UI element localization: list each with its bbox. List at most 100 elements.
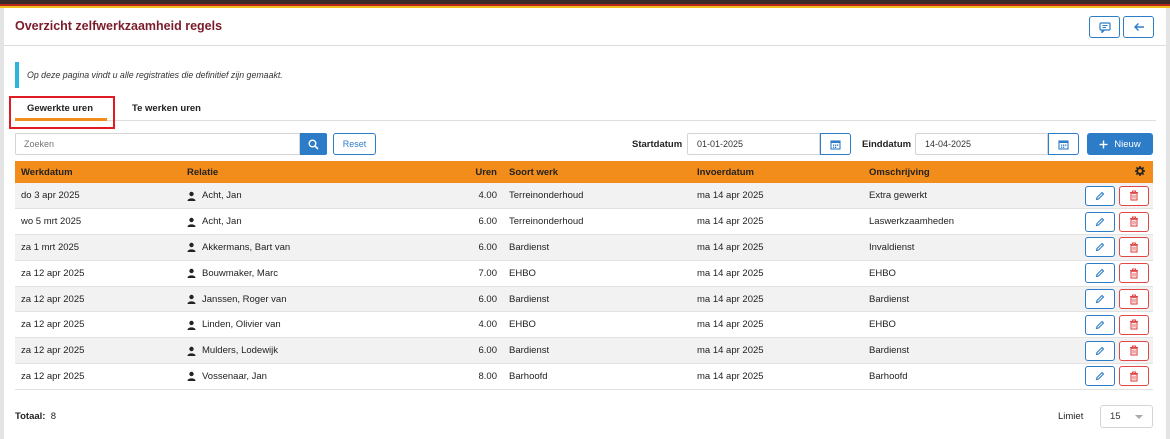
relatie-name: Bouwmaker, Marc (202, 267, 279, 279)
start-date-input[interactable]: 01-01-2025 (687, 133, 820, 155)
table-settings[interactable] (1063, 161, 1153, 183)
column-header[interactable]: Invoerdatum (691, 161, 863, 183)
cell-relatie: Vossenaar, Jan (181, 363, 433, 390)
pencil-icon (1095, 243, 1105, 252)
edit-button[interactable] (1085, 366, 1115, 387)
gear-icon (1135, 165, 1145, 176)
delete-button[interactable] (1119, 237, 1149, 258)
delete-button[interactable] (1119, 314, 1149, 335)
user-icon (187, 294, 196, 305)
edit-button[interactable] (1085, 340, 1115, 361)
table-row: za 12 apr 2025 Vossenaar, Jan 8.00 Barhoofd… (15, 363, 1153, 390)
page-header: Overzicht zelfwerkzaamheid regels (4, 8, 1166, 46)
row-actions (1063, 363, 1153, 390)
cell-omschrijving: Bardienst (863, 286, 1063, 313)
cell-omschrijving: Barhoofd (863, 363, 1063, 390)
limit-select[interactable]: 15 (1100, 405, 1153, 428)
delete-button[interactable] (1119, 289, 1149, 310)
delete-button[interactable] (1119, 211, 1149, 232)
table-row: za 12 apr 2025 Bouwmaker, Marc 7.00 EHBO ma … (15, 260, 1153, 287)
cell-werkdatum: za 1 mrt 2025 (15, 234, 181, 261)
cell-soort-werk: Bardienst (503, 234, 691, 261)
cell-invoerdatum: ma 14 apr 2025 (691, 260, 863, 287)
table-row: za 12 apr 2025 Janssen, Roger van 6.00 Bard… (15, 286, 1153, 313)
cell-uren: 4.00 (433, 311, 503, 339)
user-icon (187, 346, 196, 356)
user-icon (187, 243, 196, 253)
trash-icon (1130, 294, 1138, 305)
cell-omschrijving: Bardienst (863, 337, 1063, 365)
cell-soort-werk: Barhoofd (503, 363, 691, 390)
column-header[interactable]: Omschrijving (863, 161, 1063, 183)
cell-uren: 4.00 (433, 183, 503, 210)
total-count: Totaal: 8 (15, 411, 56, 422)
delete-button[interactable] (1119, 263, 1149, 284)
cell-werkdatum: za 12 apr 2025 (15, 286, 181, 313)
cell-uren: 6.00 (433, 286, 503, 313)
cell-soort-werk: Terreinonderhoud (503, 208, 691, 236)
cell-invoerdatum: ma 14 apr 2025 (691, 208, 863, 236)
limit-label: Limiet (1058, 411, 1084, 422)
cell-invoerdatum: ma 14 apr 2025 (691, 311, 863, 339)
cell-werkdatum: za 12 apr 2025 (15, 260, 181, 287)
relatie-name: Acht, Jan (202, 190, 242, 202)
info-message: Op deze pagina vindt u alle registraties… (15, 62, 315, 88)
column-header[interactable]: Werkdatum (15, 161, 181, 183)
relatie-name: Linden, Olivier van (202, 319, 281, 331)
edit-button[interactable] (1085, 289, 1115, 310)
relatie-name: Janssen, Roger van (202, 293, 287, 305)
new-button[interactable]: Nieuw (1087, 133, 1153, 155)
tab-te-werken-uren[interactable]: Te werken uren (132, 103, 201, 114)
cell-invoerdatum: ma 14 apr 2025 (691, 286, 863, 313)
message-icon (1098, 21, 1111, 33)
relatie-name: Mulders, Lodewijk (202, 345, 279, 357)
row-actions (1063, 208, 1153, 236)
edit-button[interactable] (1085, 211, 1115, 232)
row-actions (1063, 311, 1153, 339)
cell-uren: 7.00 (433, 260, 503, 287)
edit-button[interactable] (1085, 237, 1115, 258)
pencil-icon (1095, 217, 1105, 226)
end-date-calendar-button[interactable] (1048, 133, 1079, 155)
delete-button[interactable] (1119, 185, 1149, 206)
feedback-button[interactable] (1089, 16, 1120, 38)
column-header[interactable]: Soort werk (503, 161, 691, 183)
chevron-down-icon (1135, 415, 1143, 419)
edit-button[interactable] (1085, 185, 1115, 206)
start-date-calendar-button[interactable] (820, 133, 851, 155)
back-button[interactable] (1123, 16, 1154, 38)
pencil-icon (1095, 269, 1105, 278)
new-button-label: Nieuw (1114, 138, 1141, 150)
cell-werkdatum: wo 5 mrt 2025 (15, 208, 181, 236)
column-header[interactable]: Uren (433, 161, 503, 183)
plus-icon (1099, 140, 1108, 148)
reset-button[interactable]: Reset (333, 133, 376, 155)
search-input[interactable] (15, 133, 300, 155)
tab-highlight-box (9, 96, 115, 129)
cell-werkdatum: za 12 apr 2025 (15, 363, 181, 390)
edit-button[interactable] (1085, 314, 1115, 335)
cell-relatie: Mulders, Lodewijk (181, 337, 433, 365)
search-icon (308, 139, 319, 150)
start-date-label: Startdatum (632, 139, 683, 150)
cell-invoerdatum: ma 14 apr 2025 (691, 234, 863, 261)
tab-bar: Gewerkte uren Te werken uren (15, 96, 1156, 121)
calendar-icon (1058, 139, 1069, 150)
edit-button[interactable] (1085, 263, 1115, 284)
top-stripe (0, 0, 1170, 8)
delete-button[interactable] (1119, 366, 1149, 387)
trash-icon (1130, 371, 1138, 382)
search-button[interactable] (300, 133, 327, 155)
cell-omschrijving: Invaldienst (863, 234, 1063, 261)
user-icon (187, 217, 196, 227)
end-date-input[interactable]: 14-04-2025 (915, 133, 1048, 155)
cell-werkdatum: za 12 apr 2025 (15, 311, 181, 339)
pencil-icon (1095, 372, 1105, 381)
cell-werkdatum: do 3 apr 2025 (15, 183, 181, 210)
column-header[interactable]: Relatie (181, 161, 433, 183)
cell-relatie: Bouwmaker, Marc (181, 260, 433, 287)
row-actions (1063, 183, 1153, 210)
user-icon (187, 191, 196, 201)
cell-uren: 8.00 (433, 363, 503, 390)
delete-button[interactable] (1119, 340, 1149, 361)
